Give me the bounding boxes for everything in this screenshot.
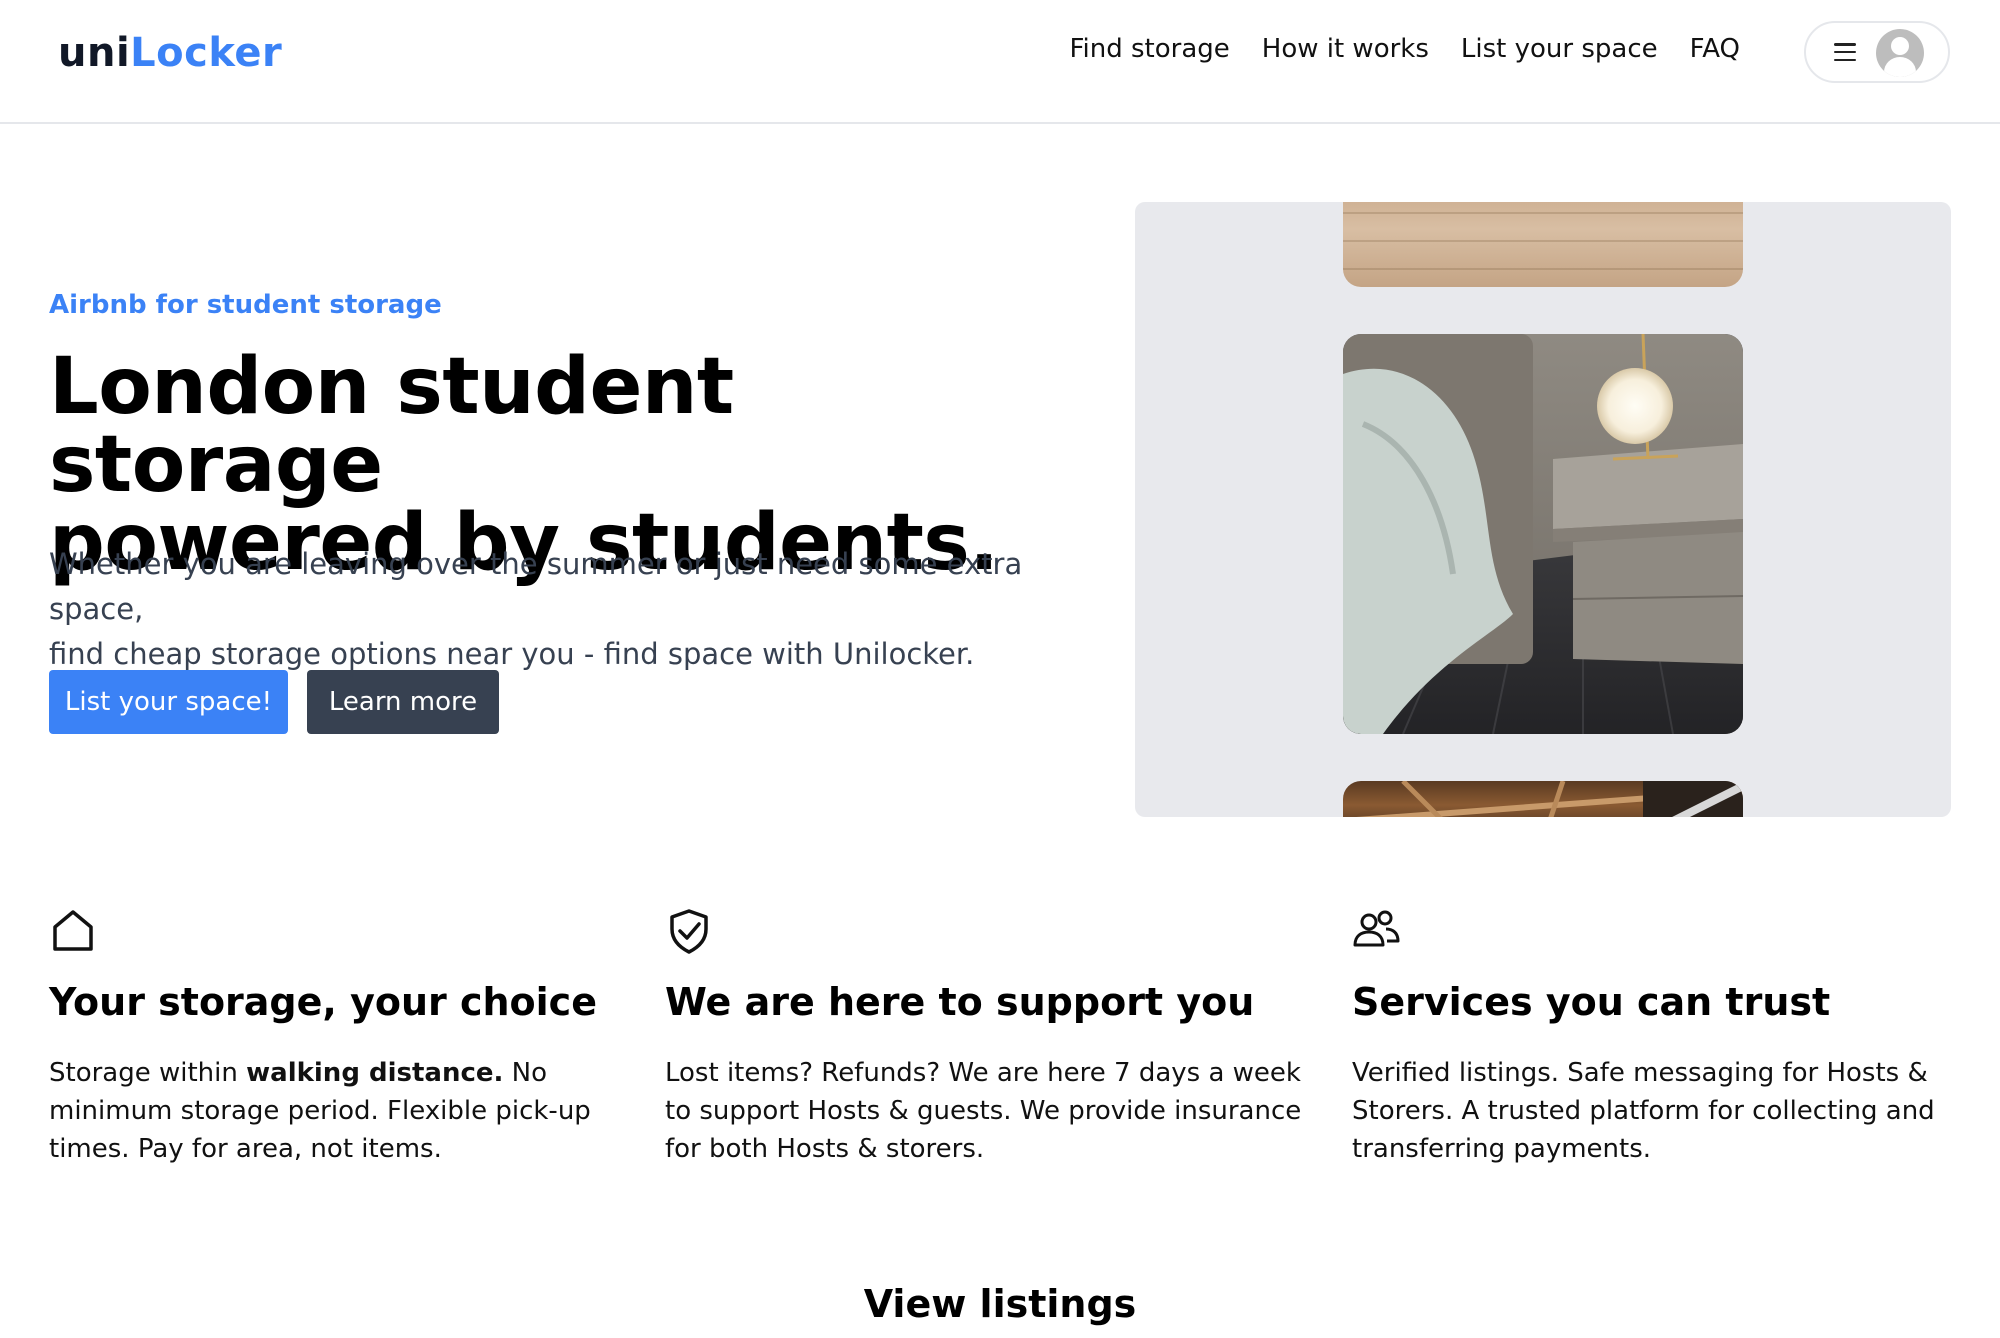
- feature-text: Verified listings. Safe messaging for Ho…: [1352, 1058, 1935, 1164]
- feature-text: Storage within walking distance. No mini…: [49, 1054, 629, 1168]
- main-nav: Find storage How it works List your spac…: [1069, 34, 1740, 64]
- feature-title: Services you can trust: [1352, 980, 1831, 1024]
- user-avatar-icon: [1876, 29, 1924, 77]
- attic-illustration: [1356, 781, 1743, 817]
- nav-list-your-space[interactable]: List your space: [1461, 34, 1658, 64]
- view-listings-heading: View listings: [863, 1282, 1137, 1326]
- hero-eyebrow: Airbnb for student storage: [49, 290, 442, 320]
- hero-subtitle: Whether you are leaving over the summer …: [49, 542, 1069, 677]
- user-menu-button[interactable]: [1804, 21, 1950, 83]
- feature-text-bold: walking distance.: [246, 1058, 504, 1088]
- learn-more-button[interactable]: Learn more: [307, 670, 499, 734]
- storage-photo-attic: [1343, 781, 1743, 817]
- feature-support: We are here to support you Lost items? R…: [665, 907, 1325, 1168]
- hamburger-icon: [1834, 40, 1856, 64]
- feature-text: Lost items? Refunds? We are here 7 days …: [665, 1058, 1302, 1164]
- nav-how-it-works[interactable]: How it works: [1262, 34, 1429, 64]
- users-icon: [1353, 910, 1400, 947]
- home-icon: [53, 910, 93, 951]
- bedroom-illustration: [1343, 334, 1743, 734]
- storage-photo-floor: [1343, 202, 1743, 287]
- feature-title: We are here to support you: [665, 980, 1255, 1024]
- hero-subtitle-line1: Whether you are leaving over the summer …: [49, 547, 1023, 626]
- list-your-space-button[interactable]: List your space!: [49, 670, 288, 734]
- storage-photo-bedroom: [1343, 334, 1743, 734]
- hero-title-line1: London student storage: [49, 342, 734, 510]
- hero-subtitle-line2: find cheap storage options near you - fi…: [49, 637, 975, 671]
- feature-storage-choice: Your storage, your choice Storage within…: [49, 907, 629, 1168]
- feature-text-part: Storage within: [49, 1058, 247, 1088]
- nav-find-storage[interactable]: Find storage: [1069, 34, 1229, 64]
- logo-text-locker: Locker: [130, 30, 283, 76]
- feature-title: Your storage, your choice: [49, 980, 597, 1024]
- unilocker-logo[interactable]: uniLocker: [58, 30, 282, 76]
- storage-image-carousel[interactable]: [1135, 202, 1951, 817]
- feature-trust: Services you can trust Verified listings…: [1352, 907, 1952, 1168]
- site-header: uniLocker Find storage How it works List…: [0, 0, 2000, 124]
- nav-faq[interactable]: FAQ: [1690, 34, 1740, 64]
- shield-check-icon: [670, 909, 708, 954]
- logo-text-uni: uni: [58, 30, 131, 76]
